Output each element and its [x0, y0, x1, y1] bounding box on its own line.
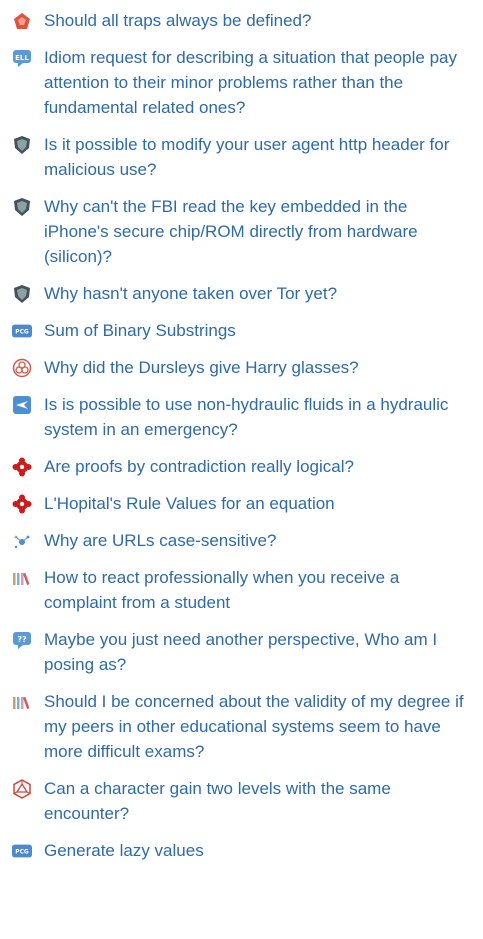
- rpg-d20-icon: [12, 779, 32, 799]
- security-shield-icon: [12, 197, 32, 217]
- question-title: Is it possible to modify your user agent…: [44, 135, 450, 179]
- question-link[interactable]: PCG Generate lazy values: [0, 838, 483, 863]
- ppcg-icon: PCG: [12, 321, 32, 341]
- question-title: Why are URLs case-sensitive?: [44, 531, 277, 550]
- question-link[interactable]: ?? Maybe you just need another perspecti…: [0, 627, 483, 677]
- math-icon: [12, 494, 32, 514]
- question-link[interactable]: How to react professionally when you rec…: [0, 565, 483, 615]
- question-title: Why can't the FBI read the key embedded …: [44, 197, 418, 266]
- security-shield-icon: [12, 135, 32, 155]
- question-link[interactable]: Should all traps always be defined?: [0, 8, 483, 33]
- academia-icon: [12, 568, 32, 588]
- question-link[interactable]: ELL Idiom request for describing a situa…: [0, 45, 483, 120]
- question-link[interactable]: Why are URLs case-sensitive?: [0, 528, 483, 553]
- question-link[interactable]: Why did the Dursleys give Harry glasses?: [0, 355, 483, 380]
- svg-text:PCG: PCG: [15, 850, 29, 856]
- academia-icon: [12, 692, 32, 712]
- webmasters-icon: [12, 531, 32, 551]
- ell-icon: ELL: [12, 48, 32, 68]
- question-title: Are proofs by contradiction really logic…: [44, 457, 354, 476]
- question-title: Should I be concerned about the validity…: [44, 692, 464, 761]
- question-title: L'Hopital's Rule Values for an equation: [44, 494, 335, 513]
- math-icon: [12, 457, 32, 477]
- question-title: Maybe you just need another perspective,…: [44, 630, 438, 674]
- aviation-icon: [12, 395, 32, 415]
- question-link[interactable]: L'Hopital's Rule Values for an equation: [0, 491, 483, 516]
- question-title: Generate lazy values: [44, 841, 204, 860]
- question-title: Can a character gain two levels with the…: [44, 779, 391, 823]
- question-title: Why did the Dursleys give Harry glasses?: [44, 358, 359, 377]
- puzzling-icon: ??: [12, 630, 32, 650]
- rpg-dice-icon: [12, 11, 32, 31]
- svg-text:PCG: PCG: [15, 330, 29, 336]
- scifi-icon: [12, 358, 32, 378]
- question-title: How to react professionally when you rec…: [44, 568, 400, 612]
- question-title: Idiom request for describing a situation…: [44, 48, 457, 117]
- question-link[interactable]: Are proofs by contradiction really logic…: [0, 454, 483, 479]
- question-title: Sum of Binary Substrings: [44, 321, 236, 340]
- security-shield-icon: [12, 284, 32, 304]
- question-link[interactable]: Should I be concerned about the validity…: [0, 689, 483, 764]
- question-link[interactable]: Is is possible to use non-hydraulic flui…: [0, 392, 483, 442]
- question-title: Should all traps always be defined?: [44, 11, 312, 30]
- question-link[interactable]: Why hasn't anyone taken over Tor yet?: [0, 281, 483, 306]
- question-link[interactable]: Is it possible to modify your user agent…: [0, 132, 483, 182]
- question-link[interactable]: Can a character gain two levels with the…: [0, 776, 483, 826]
- question-title: Why hasn't anyone taken over Tor yet?: [44, 284, 338, 303]
- svg-text:??: ??: [17, 635, 27, 644]
- question-link[interactable]: Why can't the FBI read the key embedded …: [0, 194, 483, 269]
- question-title: Is is possible to use non-hydraulic flui…: [44, 395, 449, 439]
- hot-network-questions-list: Should all traps always be defined? ELL …: [0, 0, 483, 863]
- question-link[interactable]: PCG Sum of Binary Substrings: [0, 318, 483, 343]
- svg-text:ELL: ELL: [15, 54, 29, 62]
- ppcg-icon: PCG: [12, 841, 32, 861]
